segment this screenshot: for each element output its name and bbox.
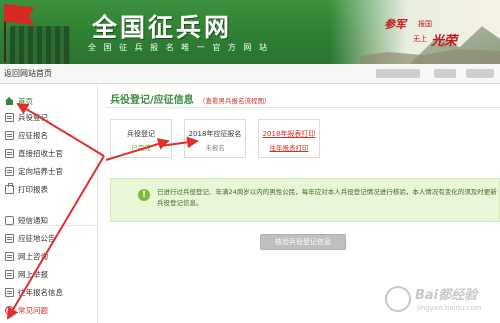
sidebar-item-label: 兵役登记	[18, 113, 48, 122]
info-notice: ! 已进行过兵役登记、年满24周岁以内的男性公民，每年应对本人兵役登记情况进行核…	[110, 178, 500, 222]
paw-logo-icon	[385, 286, 411, 312]
card-title: 兵役登记	[127, 130, 155, 138]
slogan-small-1: 报国	[418, 20, 432, 28]
past-report-print-link[interactable]: 往年报表打印	[259, 142, 319, 152]
sidebar-item-label: 常见问题	[18, 306, 48, 315]
flow-chart-link[interactable]: （查看男兵报名流程图）	[199, 95, 271, 105]
redacted-user-info	[376, 69, 420, 78]
card-enlistment-signup[interactable]: 2018年应征报名 未报名	[184, 119, 246, 158]
card-status: 已完成	[131, 144, 151, 152]
site-header-banner: 全国征兵网 全 国 征 兵 报 名 唯 一 官 方 网 站 参军 报国 无上 光…	[0, 0, 500, 64]
sidebar-item-faq[interactable]: ? 常见问题	[0, 303, 97, 318]
sidebar-item-print-report[interactable]: 打印报表	[0, 182, 97, 197]
page-title: 兵役登记/应征信息	[110, 95, 194, 106]
document-icon	[5, 167, 14, 176]
printer-icon	[5, 183, 14, 194]
sidebar-item-label: 首页	[18, 97, 33, 106]
title-divider	[106, 107, 500, 108]
redacted-link[interactable]	[434, 69, 456, 78]
site-logo-subtitle: 全 国 征 兵 报 名 唯 一 官 方 网 站	[88, 43, 270, 52]
exclamation-icon: !	[138, 189, 150, 201]
card-military-registration[interactable]: 兵役登记 已完成	[110, 119, 172, 158]
home-icon	[5, 97, 14, 106]
sidebar-item-online-consult[interactable]: 网上咨询	[0, 249, 97, 264]
chat-icon	[5, 216, 14, 225]
sidebar: 首页 兵役登记 应征报名 直接招收士官 定向培养士官 打印报表 短信通知 应征地…	[0, 85, 98, 323]
watermark-brand: Bai都经验	[415, 288, 478, 303]
document-icon	[5, 149, 14, 158]
slogan-small-2: 无上	[413, 35, 427, 43]
sidebar-item-home[interactable]: 首页	[0, 94, 97, 109]
print-report-link[interactable]: 2018年报表打印	[259, 129, 319, 139]
card-title: 2018年应征报名	[188, 130, 242, 138]
sidebar-item-label: 短信通知	[18, 216, 48, 225]
slogan-word-1: 参军	[384, 18, 406, 31]
sidebar-item-label: 直接招收士官	[18, 149, 63, 158]
sidebar-item-directed-nco[interactable]: 定向培养士官	[0, 164, 97, 179]
sidebar-item-label: 网上咨询	[18, 252, 48, 261]
document-icon	[5, 288, 14, 297]
red-flag-icon	[4, 4, 34, 25]
sidebar-item-past-records[interactable]: 往年报名信息	[0, 285, 97, 300]
document-icon	[5, 234, 14, 243]
verify-registration-button[interactable]: 核验兵役登记信息	[260, 234, 346, 250]
sidebar-item-sms[interactable]: 短信通知	[0, 213, 97, 228]
sidebar-item-label: 应征报名	[18, 131, 48, 140]
sidebar-item-label: 应征地公告	[18, 234, 56, 243]
document-icon	[5, 270, 14, 279]
notice-text: 已进行过兵役登记、年满24周岁以内的男性公民，每年应对本人兵役登记情况进行核验，…	[157, 188, 497, 207]
sidebar-item-announcements[interactable]: 应征地公告	[0, 231, 97, 246]
baidu-watermark: Bai都经验 jingyan.baidu.com	[385, 278, 497, 318]
page: 全国征兵网 全 国 征 兵 报 名 唯 一 官 方 网 站 参军 报国 无上 光…	[0, 0, 500, 323]
question-icon: ?	[5, 306, 14, 315]
back-to-home-link[interactable]: 返回网站首页	[4, 68, 52, 79]
watermark-url: jingyan.baidu.com	[417, 304, 482, 312]
top-nav-bar: 返回网站首页	[0, 64, 500, 84]
site-logo-title[interactable]: 全国征兵网	[92, 8, 232, 44]
sidebar-item-label: 往年报名信息	[18, 288, 63, 297]
sidebar-item-enlistment-signup[interactable]: 应征报名	[0, 128, 97, 143]
sidebar-item-direct-nco[interactable]: 直接招收士官	[0, 146, 97, 161]
sidebar-item-label: 打印报表	[18, 185, 48, 194]
redacted-link[interactable]	[466, 69, 494, 78]
sidebar-item-label: 网上举报	[18, 270, 48, 279]
document-icon	[5, 131, 14, 140]
document-icon	[5, 252, 14, 261]
card-status: 未报名	[205, 144, 225, 152]
document-icon	[5, 113, 14, 122]
sidebar-item-military-registration[interactable]: 兵役登记	[0, 110, 97, 125]
card-report-print: 2018年报表打印 往年报表打印	[258, 119, 320, 158]
soldiers-image	[10, 26, 70, 64]
sidebar-item-online-report[interactable]: 网上举报	[0, 267, 97, 282]
slogan-word-2: 光荣	[431, 34, 458, 49]
sidebar-item-label: 定向培养士官	[18, 167, 63, 176]
